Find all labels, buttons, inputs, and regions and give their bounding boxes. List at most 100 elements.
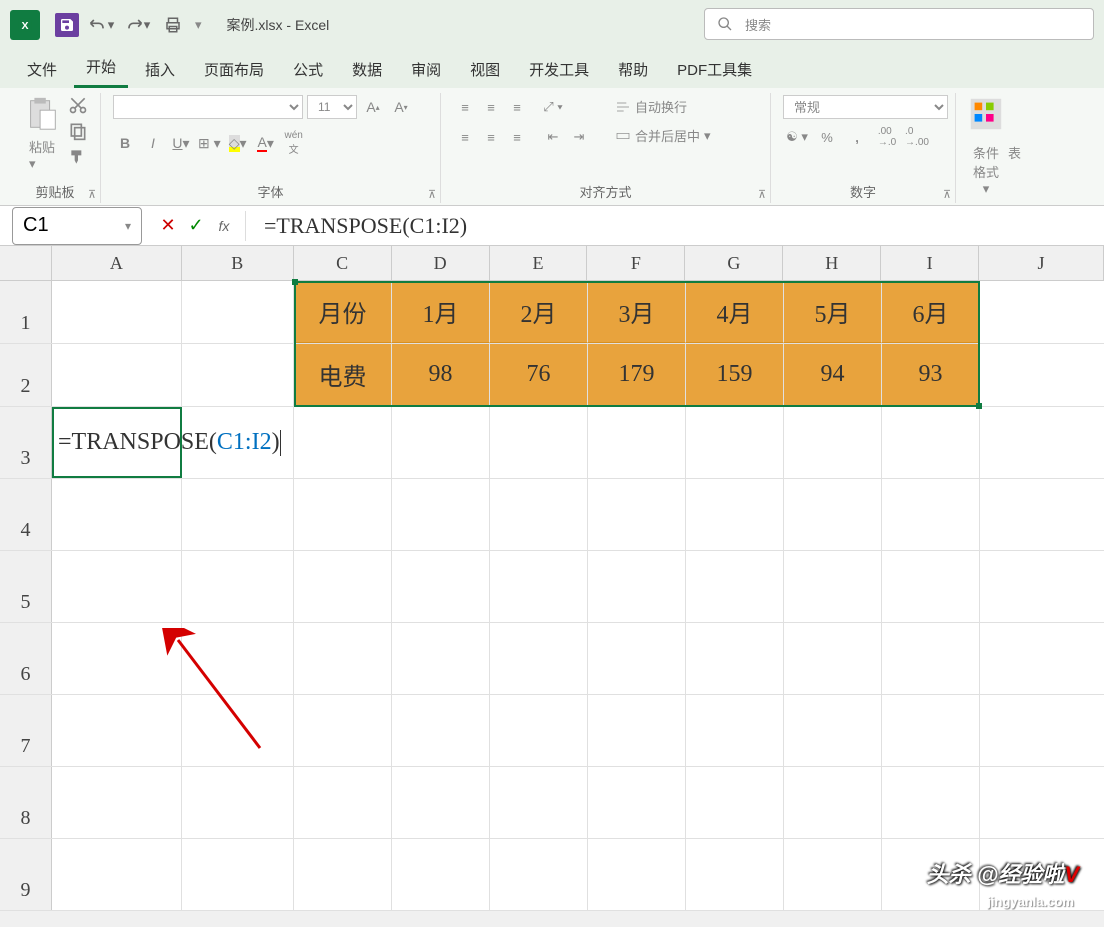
border-button[interactable]: ⊞ ▾ bbox=[197, 131, 222, 155]
increase-decimal-button[interactable]: .00→.0 bbox=[873, 125, 901, 149]
cut-icon[interactable] bbox=[68, 95, 88, 115]
merge-button[interactable]: 合并后居中 ▾ bbox=[609, 124, 717, 147]
decrease-font-button[interactable]: A▾ bbox=[389, 95, 413, 119]
cell-c1[interactable]: 月份 bbox=[294, 281, 392, 343]
cell-d3[interactable] bbox=[392, 407, 490, 478]
row-header-3[interactable]: 3 bbox=[0, 407, 52, 478]
tab-formulas[interactable]: 公式 bbox=[281, 51, 335, 88]
tab-review[interactable]: 审阅 bbox=[399, 51, 453, 88]
tab-file[interactable]: 文件 bbox=[15, 51, 69, 88]
alignment-launcher[interactable]: ⊼ bbox=[758, 188, 766, 201]
increase-font-button[interactable]: A▴ bbox=[361, 95, 385, 119]
tab-layout[interactable]: 页面布局 bbox=[192, 51, 276, 88]
col-header-b[interactable]: B bbox=[182, 246, 294, 280]
tab-help[interactable]: 帮助 bbox=[606, 51, 660, 88]
tab-insert[interactable]: 插入 bbox=[133, 51, 187, 88]
align-middle-button[interactable]: ≡ bbox=[479, 95, 503, 119]
tab-pdf[interactable]: PDF工具集 bbox=[665, 51, 764, 88]
paste-button[interactable]: 粘贴▾ bbox=[22, 95, 62, 172]
col-header-a[interactable]: A bbox=[52, 246, 182, 280]
clipboard-launcher[interactable]: ⊼ bbox=[88, 188, 96, 201]
percent-button[interactable]: % bbox=[813, 125, 841, 149]
indent-decrease-button[interactable]: ⇤ bbox=[541, 125, 565, 149]
col-header-c[interactable]: C bbox=[294, 246, 392, 280]
save-icon[interactable] bbox=[55, 13, 79, 37]
decrease-decimal-button[interactable]: .0→.00 bbox=[903, 125, 931, 149]
redo-icon[interactable]: ▾ bbox=[123, 11, 151, 39]
cell-f1[interactable]: 3月 bbox=[588, 281, 686, 343]
formula-input[interactable]: =TRANSPOSE(C1:I2) bbox=[246, 213, 1104, 239]
cell-g2[interactable]: 159 bbox=[686, 344, 784, 406]
fx-icon[interactable]: fx bbox=[211, 213, 237, 239]
col-header-e[interactable]: E bbox=[490, 246, 588, 280]
font-launcher[interactable]: ⊼ bbox=[428, 188, 436, 201]
underline-button[interactable]: U ▾ bbox=[169, 131, 193, 155]
cell-i1[interactable]: 6月 bbox=[882, 281, 980, 343]
col-header-j[interactable]: J bbox=[979, 246, 1104, 280]
cell-h1[interactable]: 5月 bbox=[784, 281, 882, 343]
align-center-button[interactable]: ≡ bbox=[479, 125, 503, 149]
cancel-icon[interactable]: ✕ bbox=[155, 213, 181, 239]
font-color-button[interactable]: A ▾ bbox=[254, 131, 278, 155]
align-bottom-button[interactable]: ≡ bbox=[505, 95, 529, 119]
row-header-5[interactable]: 5 bbox=[0, 551, 52, 622]
row-header-1[interactable]: 1 bbox=[0, 281, 52, 343]
cell-b2[interactable] bbox=[182, 344, 294, 406]
col-header-d[interactable]: D bbox=[392, 246, 490, 280]
font-family-select[interactable] bbox=[113, 95, 303, 119]
col-header-i[interactable]: I bbox=[881, 246, 979, 280]
select-all-corner[interactable] bbox=[0, 246, 52, 280]
tab-data[interactable]: 数据 bbox=[340, 51, 394, 88]
font-size-select[interactable]: 11 bbox=[307, 95, 357, 119]
row-header-9[interactable]: 9 bbox=[0, 839, 52, 910]
phonetic-button[interactable]: wén文 bbox=[282, 131, 306, 155]
cell-c3[interactable] bbox=[294, 407, 392, 478]
italic-button[interactable]: I bbox=[141, 131, 165, 155]
cell-b1[interactable] bbox=[182, 281, 294, 343]
cell-a1[interactable] bbox=[52, 281, 182, 343]
cell-e2[interactable]: 76 bbox=[490, 344, 588, 406]
cell-e1[interactable]: 2月 bbox=[490, 281, 588, 343]
tab-view[interactable]: 视图 bbox=[458, 51, 512, 88]
cell-g1[interactable]: 4月 bbox=[686, 281, 784, 343]
cell-d2[interactable]: 98 bbox=[392, 344, 490, 406]
col-header-h[interactable]: H bbox=[783, 246, 881, 280]
format-painter-icon[interactable] bbox=[68, 147, 88, 167]
cell-a3[interactable]: =TRANSPOSE(C1:I2) bbox=[52, 407, 182, 478]
cell-c2[interactable]: 电费 bbox=[294, 344, 392, 406]
number-format-select[interactable]: 常规 bbox=[783, 95, 948, 119]
cell-g3[interactable] bbox=[686, 407, 784, 478]
tab-home[interactable]: 开始 bbox=[74, 48, 128, 88]
currency-button[interactable]: ☯ ▾ bbox=[783, 125, 811, 149]
row-header-7[interactable]: 7 bbox=[0, 695, 52, 766]
fill-color-button[interactable]: ◇ ▾ bbox=[226, 131, 250, 155]
wrap-text-button[interactable]: 自动换行 bbox=[609, 95, 717, 118]
number-launcher[interactable]: ⊼ bbox=[943, 188, 951, 201]
indent-increase-button[interactable]: ⇥ bbox=[567, 125, 591, 149]
name-box[interactable]: C1▾ bbox=[12, 207, 142, 245]
align-top-button[interactable]: ≡ bbox=[453, 95, 477, 119]
row-header-8[interactable]: 8 bbox=[0, 767, 52, 838]
align-left-button[interactable]: ≡ bbox=[453, 125, 477, 149]
row-header-2[interactable]: 2 bbox=[0, 344, 52, 406]
cell-d1[interactable]: 1月 bbox=[392, 281, 490, 343]
cell-h2[interactable]: 94 bbox=[784, 344, 882, 406]
col-header-g[interactable]: G bbox=[685, 246, 783, 280]
col-header-f[interactable]: F bbox=[587, 246, 685, 280]
enter-icon[interactable]: ✓ bbox=[183, 213, 209, 239]
row-header-6[interactable]: 6 bbox=[0, 623, 52, 694]
tab-developer[interactable]: 开发工具 bbox=[517, 51, 601, 88]
comma-button[interactable]: , bbox=[843, 125, 871, 149]
undo-icon[interactable]: ▾ bbox=[87, 11, 115, 39]
cell-i3[interactable] bbox=[882, 407, 980, 478]
cell-f2[interactable]: 179 bbox=[588, 344, 686, 406]
copy-icon[interactable] bbox=[68, 121, 88, 141]
orientation-button[interactable]: ⤢ ▾ bbox=[541, 95, 565, 119]
row-header-4[interactable]: 4 bbox=[0, 479, 52, 550]
cell-e3[interactable] bbox=[490, 407, 588, 478]
cell-i2[interactable]: 93 bbox=[882, 344, 980, 406]
search-input[interactable]: 搜索 bbox=[704, 8, 1094, 40]
align-right-button[interactable]: ≡ bbox=[505, 125, 529, 149]
cell-a2[interactable] bbox=[52, 344, 182, 406]
conditional-format-icon[interactable] bbox=[967, 95, 1005, 133]
